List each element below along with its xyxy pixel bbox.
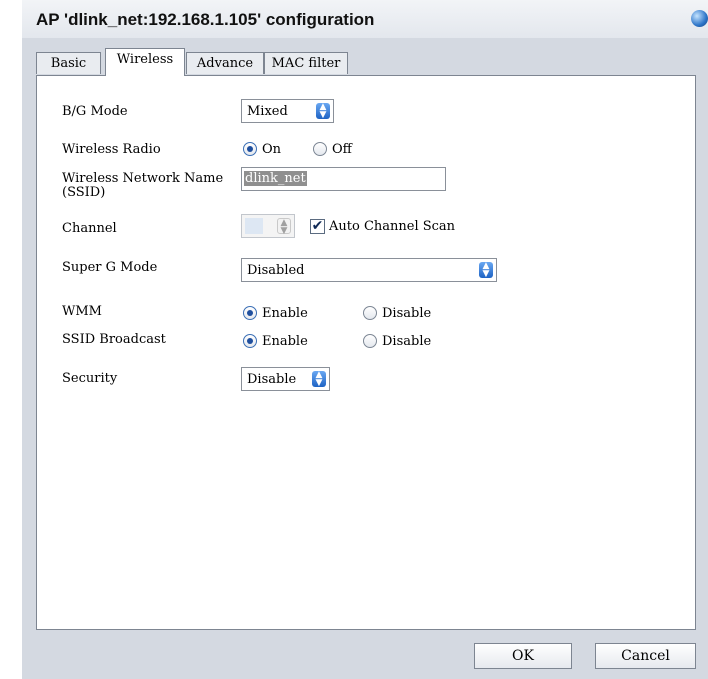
wmm-disable-label: Disable	[382, 306, 432, 321]
dialog-title: AP 'dlink_net:192.168.1.105' configurati…	[36, 10, 375, 29]
super-g-mode-label: Super G Mode	[62, 260, 158, 275]
tab-wireless[interactable]: Wireless	[105, 48, 185, 76]
radio-on-label: On	[262, 142, 282, 157]
wmm-enable-radio[interactable]	[243, 306, 257, 320]
select-arrows-icon: ▲ ▼	[277, 218, 291, 236]
ssid-label-line2: (SSID)	[62, 185, 106, 200]
select-arrows-icon: ▲ ▼	[316, 103, 330, 120]
security-select[interactable]: Disable ▲ ▼	[241, 367, 330, 391]
wireless-settings-panel: B/G Mode Mixed ▲ ▼ Wireless Radio On Off …	[36, 75, 696, 630]
wireless-radio-label: Wireless Radio	[62, 142, 161, 157]
ssid-broadcast-label: SSID Broadcast	[62, 332, 166, 347]
super-g-mode-value: Disabled	[247, 263, 305, 278]
super-g-mode-select[interactable]: Disabled ▲ ▼	[241, 258, 497, 282]
tab-mac-filter[interactable]: MAC filter	[264, 52, 348, 74]
ssid-broadcast-disable-radio[interactable]	[363, 334, 377, 348]
channel-select[interactable]: ▲ ▼	[241, 214, 295, 238]
wmm-label: WMM	[62, 304, 102, 319]
auto-channel-scan-label: Auto Channel Scan	[329, 219, 456, 234]
radio-off-label: Off	[332, 142, 352, 157]
radio-on[interactable]	[243, 142, 257, 156]
title-bar[interactable]: AP 'dlink_net:192.168.1.105' configurati…	[22, 0, 708, 38]
bg-mode-value: Mixed	[247, 104, 288, 119]
ssid-label-line1: Wireless Network Name	[62, 171, 224, 186]
tab-basic[interactable]: Basic	[36, 52, 101, 74]
config-dialog: AP 'dlink_net:192.168.1.105' configurati…	[22, 0, 708, 679]
security-label: Security	[62, 371, 118, 386]
security-value: Disable	[247, 372, 297, 387]
channel-label: Channel	[62, 221, 117, 236]
tab-advance[interactable]: Advance	[186, 52, 264, 74]
ssid-broadcast-enable-label: Enable	[262, 334, 308, 349]
ssid-input[interactable]: dlink_net	[241, 167, 446, 191]
wmm-disable-radio[interactable]	[363, 306, 377, 320]
ssid-value: dlink_net	[244, 171, 307, 186]
bg-mode-select[interactable]: Mixed ▲ ▼	[241, 99, 334, 123]
ssid-broadcast-enable-radio[interactable]	[243, 334, 257, 348]
cancel-button[interactable]: Cancel	[595, 643, 696, 669]
wmm-enable-label: Enable	[262, 306, 308, 321]
ok-button[interactable]: OK	[474, 643, 572, 669]
select-arrows-icon: ▲ ▼	[479, 262, 493, 279]
auto-channel-scan-checkbox[interactable]: ✔	[310, 219, 325, 234]
channel-value-box	[245, 218, 263, 234]
radio-off[interactable]	[313, 142, 327, 156]
select-arrows-icon: ▲ ▼	[312, 371, 326, 388]
bg-mode-label: B/G Mode	[62, 104, 128, 119]
ssid-broadcast-disable-label: Disable	[382, 334, 432, 349]
globe-icon	[691, 10, 708, 27]
